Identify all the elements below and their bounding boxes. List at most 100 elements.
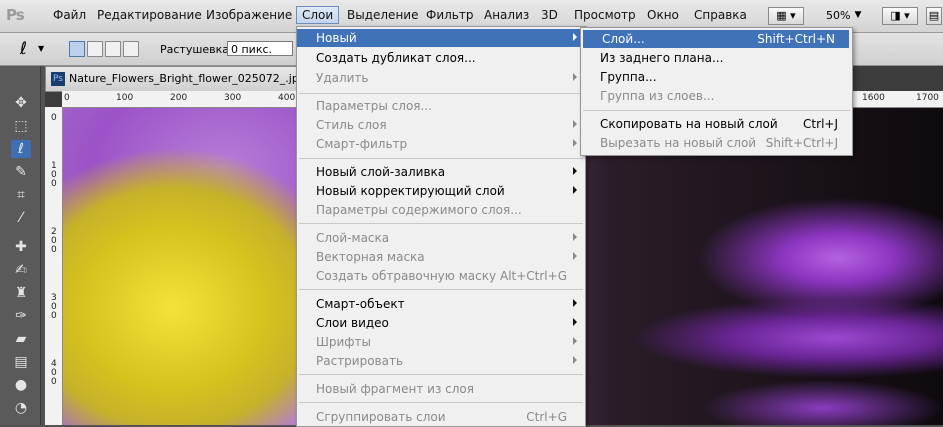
extras-icon: ▤ xyxy=(928,9,940,22)
menu-item-smart-object[interactable]: Смарт-объект xyxy=(297,295,585,313)
feather-label: Растушевка: xyxy=(160,43,233,56)
history-brush-tool-icon[interactable]: ✑ xyxy=(11,307,31,325)
screen-mode-button[interactable]: ▦ ▾ xyxy=(768,7,804,25)
menu-window[interactable]: Окно xyxy=(647,8,679,22)
ruler-tick: 400 xyxy=(278,93,296,103)
feather-input[interactable]: 0 пикс. xyxy=(227,41,293,56)
menu-item-smart-filter[interactable]: Смарт-фильтр xyxy=(297,135,585,153)
eraser-tool-icon[interactable]: ▰ xyxy=(11,330,31,348)
menu-item-delete[interactable]: Удалить xyxy=(297,69,585,87)
menu-item-layer-style[interactable]: Стиль слоя xyxy=(297,116,585,134)
menu-item-new-fill-layer[interactable]: Новый слой-заливка xyxy=(297,163,585,181)
menu-item-group-layers[interactable]: Сгруппировать слои Ctrl+G xyxy=(297,408,585,426)
submenu-arrow-icon xyxy=(573,356,577,364)
menu-item-new-adjustment-layer[interactable]: Новый корректирующий слой xyxy=(297,182,585,200)
add-selection-icon[interactable] xyxy=(87,41,103,57)
lasso-tool-icon[interactable]: ℓ xyxy=(11,140,31,158)
menu-item-create-clipping-mask[interactable]: Создать обтравочную маску Alt+Ctrl+G xyxy=(297,267,585,285)
menu-separator xyxy=(299,374,583,375)
menu-layers[interactable]: Слои xyxy=(296,6,340,24)
submenu-arrow-icon xyxy=(573,186,577,194)
ruler-tick: 0 xyxy=(64,93,70,103)
ruler-tick: 100 xyxy=(116,93,134,103)
menu-item-new-slice-from-layer[interactable]: Новый фрагмент из слоя xyxy=(297,380,585,398)
submenu-arrow-icon xyxy=(573,337,577,345)
menu-item-rasterize[interactable]: Растрировать xyxy=(297,352,585,370)
submenu-arrow-icon xyxy=(573,252,577,260)
screen-mode-icon: ▦ ▾ xyxy=(776,9,796,22)
menu-help[interactable]: Справка xyxy=(694,8,747,22)
healing-brush-tool-icon[interactable]: ✚ xyxy=(11,238,31,256)
menu-separator xyxy=(583,110,850,111)
menu-item-vector-mask[interactable]: Векторная маска xyxy=(297,248,585,266)
submenu-arrow-icon xyxy=(573,139,577,147)
ruler-tick: 1700 xyxy=(916,93,939,103)
move-tool-icon[interactable]: ✥ xyxy=(11,94,31,112)
menu-separator xyxy=(299,402,583,403)
clone-stamp-tool-icon[interactable]: ♜ xyxy=(11,284,31,302)
menu-select[interactable]: Выделение xyxy=(347,8,418,22)
intersect-selection-icon[interactable] xyxy=(123,41,139,57)
ruler-tick: 0 xyxy=(51,377,57,387)
ruler-tick: 300 xyxy=(224,93,242,103)
ruler-tick: 200 xyxy=(170,93,188,103)
submenu-arrow-icon xyxy=(573,299,577,307)
extras-button[interactable]: ▤ xyxy=(926,7,942,25)
ruler-tick: 0 xyxy=(51,245,57,255)
zoom-dropdown-icon[interactable]: ▼ xyxy=(853,7,863,23)
menu-item-type[interactable]: Шрифты xyxy=(297,333,585,351)
photoshop-logo: Ps xyxy=(6,6,25,24)
layers-menu-dropdown: Новый Создать дубликат слоя... Удалить П… xyxy=(296,26,586,427)
ruler-tick: 1600 xyxy=(862,93,885,103)
dodge-tool-icon[interactable]: ◔ xyxy=(11,399,31,417)
submenu-arrow-icon xyxy=(573,318,577,326)
zoom-level[interactable]: 50% xyxy=(826,9,850,22)
quick-selection-tool-icon[interactable]: ✎ xyxy=(11,163,31,181)
tools-panel: ✥ ⬚ ℓ ✎ ⌗ ⁄ ✚ ✍ ♜ ✑ ▰ ▤ ● ◔ xyxy=(0,66,41,425)
submenu-arrow-icon xyxy=(573,233,577,241)
ruler-tick: 0 xyxy=(51,179,57,189)
submenu-arrow-icon xyxy=(573,73,577,81)
submenu-item-layer[interactable]: Слой... Shift+Ctrl+N xyxy=(583,30,849,48)
submenu-item-layer-via-cut[interactable]: Вырезать на новый слой Shift+Ctrl+J xyxy=(581,134,852,152)
menu-separator xyxy=(299,93,583,94)
submenu-item-layer-from-background[interactable]: Из заднего плана... xyxy=(581,49,852,67)
brush-tool-icon[interactable]: ✍ xyxy=(11,261,31,279)
menu-3d[interactable]: 3D xyxy=(541,8,558,22)
new-selection-icon[interactable] xyxy=(69,41,85,57)
arrange-documents-button[interactable]: ◨ ▾ xyxy=(882,7,918,25)
menu-item-new[interactable]: Новый xyxy=(297,29,585,47)
lasso-preset-icon[interactable]: ℓ xyxy=(20,39,27,59)
menu-image[interactable]: Изображение xyxy=(206,8,292,22)
submenu-item-layer-via-copy[interactable]: Скопировать на новый слой Ctrl+J xyxy=(581,115,852,133)
submenu-item-group[interactable]: Группа... xyxy=(581,68,852,86)
new-submenu: Слой... Shift+Ctrl+N Из заднего плана... … xyxy=(580,27,853,156)
eyedropper-tool-icon[interactable]: ⁄ xyxy=(11,209,31,227)
document-title: Nature_Flowers_Bright_flower_025072_.jpg xyxy=(69,72,306,85)
ruler-vertical[interactable]: 0 1 0 0 2 0 0 3 0 0 4 0 0 xyxy=(45,107,63,425)
preset-dropdown-icon[interactable]: ▼ xyxy=(38,44,44,53)
ruler-tick: 0 xyxy=(51,113,57,123)
menu-edit[interactable]: Редактирование xyxy=(97,8,202,22)
menu-separator xyxy=(299,223,583,224)
crop-tool-icon[interactable]: ⌗ xyxy=(11,186,31,204)
menu-view[interactable]: Просмотр xyxy=(574,8,636,22)
menu-separator xyxy=(299,158,583,159)
blur-tool-icon[interactable]: ● xyxy=(11,376,31,394)
menu-analysis[interactable]: Анализ xyxy=(484,8,529,22)
menu-filter[interactable]: Фильтр xyxy=(426,8,473,22)
menu-item-layer-content-options[interactable]: Параметры содержимого слоя... xyxy=(297,201,585,219)
subtract-selection-icon[interactable] xyxy=(105,41,121,57)
menu-file[interactable]: Файл xyxy=(53,8,86,22)
submenu-item-group-from-layers[interactable]: Группа из слоев... xyxy=(581,87,852,105)
menu-item-video-layers[interactable]: Слои видео xyxy=(297,314,585,332)
menu-item-duplicate-layer[interactable]: Создать дубликат слоя... xyxy=(297,49,585,67)
marquee-tool-icon[interactable]: ⬚ xyxy=(11,117,31,135)
gradient-tool-icon[interactable]: ▤ xyxy=(11,353,31,371)
submenu-arrow-icon xyxy=(573,167,577,175)
arrange-icon: ◨ ▾ xyxy=(890,9,910,22)
menu-item-layer-properties[interactable]: Параметры слоя... xyxy=(297,97,585,115)
submenu-arrow-icon xyxy=(573,120,577,128)
menu-item-layer-mask[interactable]: Слой-маска xyxy=(297,229,585,247)
document-tab[interactable]: Ps Nature_Flowers_Bright_flower_025072_.j… xyxy=(45,66,309,92)
